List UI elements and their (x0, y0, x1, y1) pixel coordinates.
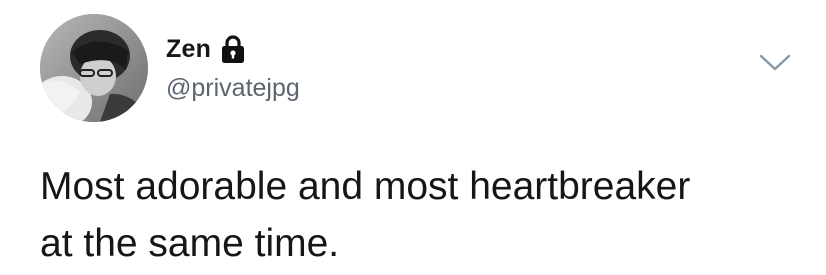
tweet-text-line-1: Most adorable and most heartbreaker (40, 165, 691, 208)
display-name[interactable]: Zen (166, 35, 211, 64)
chevron-down-icon[interactable] (758, 52, 792, 74)
tweet-card: Zen @privatejpg Most adorable and most h… (0, 0, 826, 275)
tweet-text: Most adorable and most heartbreaker at th… (40, 158, 810, 272)
tweet-text-line-2: at the same time. (40, 222, 340, 265)
author-handle[interactable]: @privatejpg (166, 74, 300, 103)
lock-icon (220, 34, 246, 64)
author-name-row[interactable]: Zen (166, 32, 246, 66)
avatar-photo-icon (40, 14, 148, 122)
avatar[interactable] (40, 14, 148, 122)
